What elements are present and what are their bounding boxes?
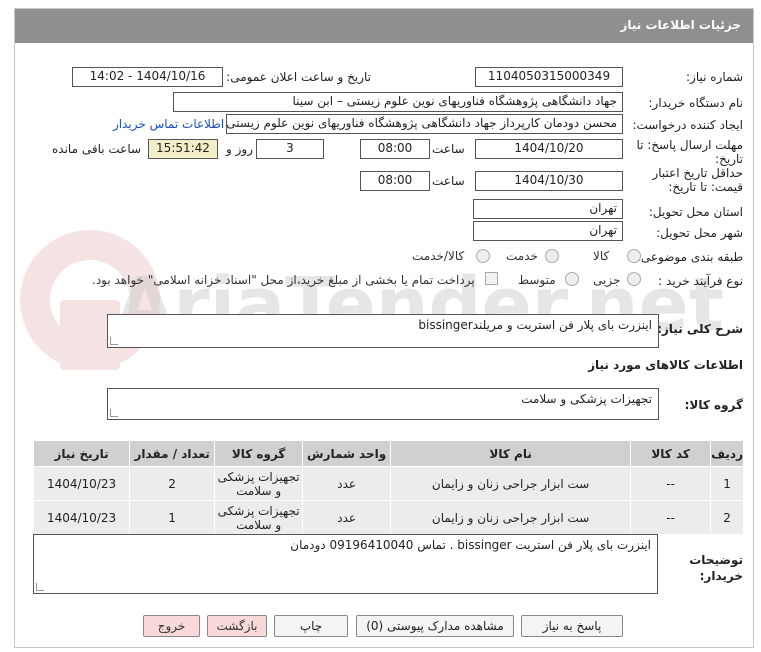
requester-label: ایجاد کننده درخواست:	[632, 118, 743, 132]
process-label: نوع فرآیند خرید :	[658, 274, 743, 288]
category-service-label: خدمت	[506, 249, 538, 263]
reply-time-label: ساعت	[432, 142, 465, 156]
cell-quantity: 1	[129, 500, 216, 535]
description-field: اینزرت بای پلار فن استریت و مریلندbissin…	[107, 314, 659, 348]
goods-table: ردیف کد کالا نام کالا واحد شمارش گروه کا…	[32, 440, 744, 535]
col-quantity: تعداد / مقدار	[129, 440, 216, 467]
col-row: ردیف	[710, 440, 744, 467]
treasury-checkbox[interactable]	[485, 272, 498, 285]
province-field: تهران	[473, 199, 623, 219]
days-label: روز و	[226, 142, 253, 156]
cell-need-date: 1404/10/23	[32, 466, 131, 501]
category-radio-goods[interactable]	[627, 249, 641, 263]
validity-time-label: ساعت	[432, 174, 465, 188]
cell-need-date: 1404/10/23	[32, 500, 131, 535]
title-bar: جزئیات اطلاعات نیاز	[15, 9, 753, 43]
announce-label: تاریخ و ساعت اعلان عمومی:	[226, 70, 371, 84]
buyer-notes-field: اینزرت بای پلار فن استریت bissinger . تم…	[33, 534, 658, 594]
city-label: شهر محل تحویل:	[656, 226, 743, 240]
city-field: تهران	[473, 221, 623, 241]
cell-row: 1	[710, 466, 744, 501]
cell-name: ست ابزار جراحی زنان و زایمان	[390, 500, 632, 535]
buyer-org-label: نام دستگاه خریدار:	[648, 96, 744, 110]
table-row: 1 -- ست ابزار جراحی زنان و زایمان عدد تج…	[32, 466, 744, 501]
cell-group: تجهیزات پزشکی و سلامت	[214, 500, 304, 535]
need-number-label: شماره نیاز:	[686, 70, 743, 84]
cell-unit: عدد	[302, 500, 392, 535]
process-minor-label: جزیی	[593, 273, 621, 287]
province-label: استان محل تحویل:	[648, 205, 743, 219]
description-label: شرح کلی نیاز:	[657, 322, 743, 336]
buyer-notes-label: توضیحات خریدار:	[689, 553, 743, 583]
col-unit: واحد شمارش	[302, 440, 392, 467]
validity-time-field: 08:00	[360, 171, 430, 191]
validity-label: حداقل تاریخ اعتبار قیمت: تا تاریخ:	[652, 166, 743, 194]
category-both-label: کالا/خدمت	[412, 249, 465, 263]
announce-field: 1404/10/16 - 14:02	[72, 67, 223, 87]
goods-table-header: ردیف کد کالا نام کالا واحد شمارش گروه کا…	[32, 440, 744, 467]
category-radio-both[interactable]	[476, 249, 490, 263]
reply-time-field: 08:00	[360, 139, 430, 159]
process-radio-medium[interactable]	[565, 272, 579, 286]
col-need-date: تاریخ نیاز	[32, 440, 131, 467]
cell-unit: عدد	[302, 466, 392, 501]
cell-name: ست ابزار جراحی زنان و زایمان	[390, 466, 632, 501]
category-goods-label: کالا	[593, 249, 610, 263]
cell-quantity: 2	[129, 466, 216, 501]
days-remaining-field: 3	[256, 139, 324, 159]
col-code: کد کالا	[630, 440, 712, 467]
cell-code: --	[630, 466, 712, 501]
reply-button[interactable]: پاسخ به نیاز	[521, 615, 623, 637]
requester-field: محسن دودمان کارپرداز جهاد دانشگاهی پژوهش…	[226, 114, 623, 134]
goods-group-label: گروه کالا:	[684, 398, 743, 412]
process-radio-minor[interactable]	[627, 272, 641, 286]
table-row: 2 -- ست ابزار جراحی زنان و زایمان عدد تج…	[32, 500, 744, 535]
category-label: طبقه بندی موضوعی:	[636, 250, 743, 264]
attachments-button[interactable]: مشاهده مدارک پیوستی (0)	[356, 615, 514, 637]
cell-row: 2	[710, 500, 744, 535]
remaining-label: ساعت باقی مانده	[52, 142, 142, 156]
buyer-org-field: جهاد دانشگاهی پژوهشگاه فناوریهای نوین عل…	[173, 92, 623, 112]
reply-date-field: 1404/10/20	[475, 139, 623, 159]
category-radio-service[interactable]	[545, 249, 559, 263]
validity-date-field: 1404/10/30	[475, 171, 623, 191]
print-button[interactable]: چاپ	[274, 615, 348, 637]
back-button[interactable]: بازگشت	[207, 615, 267, 637]
page-title: جزئیات اطلاعات نیاز	[620, 18, 741, 32]
col-name: نام کالا	[390, 440, 632, 467]
exit-button[interactable]: خروج	[143, 615, 200, 637]
cell-group: تجهیزات پزشکی و سلامت	[214, 466, 304, 501]
remaining-time-field: 15:51:42	[148, 139, 218, 159]
process-medium-label: متوسط	[518, 273, 556, 287]
col-group: گروه کالا	[214, 440, 304, 467]
reply-deadline-label: مهلت ارسال پاسخ: تا تاریخ:	[636, 138, 743, 166]
goods-group-field: تجهیزات پزشکی و سلامت	[107, 388, 659, 420]
cell-code: --	[630, 500, 712, 535]
goods-section-title: اطلاعات کالاهای مورد نیاز	[588, 358, 743, 372]
payment-note: پرداخت تمام یا بخشی از مبلغ خرید،از محل …	[92, 273, 475, 287]
need-number-field: 1104050315000349	[475, 67, 623, 87]
buyer-contact-link[interactable]: اطلاعات تماس خریدار	[113, 117, 224, 131]
